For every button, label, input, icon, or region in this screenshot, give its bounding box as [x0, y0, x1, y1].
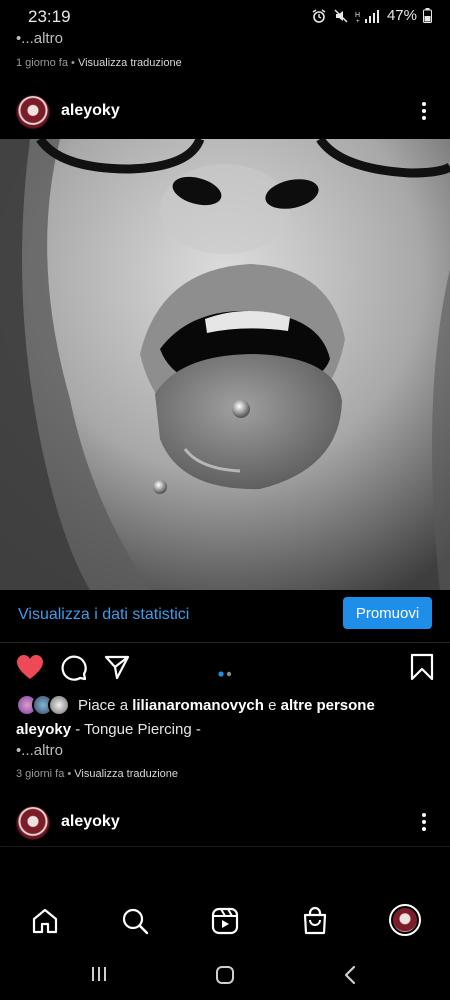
post-username[interactable]: aleyoky: [61, 102, 120, 120]
reels-icon[interactable]: [211, 907, 239, 940]
next-post-header: aleyoky: [0, 798, 450, 847]
liker-avatar: [48, 694, 70, 716]
profile-avatar: [393, 908, 417, 932]
more-options-icon[interactable]: [421, 810, 427, 834]
status-icons: H + 47%: [311, 7, 432, 24]
search-icon[interactable]: [121, 907, 149, 940]
post-time: 3 giorni fa: [16, 768, 65, 780]
post-actions: [0, 648, 450, 688]
post-photo[interactable]: [0, 139, 450, 590]
promote-button[interactable]: Promuovi: [343, 597, 432, 629]
next-post-avatar[interactable]: [16, 806, 50, 840]
likes-row[interactable]: Piace a lilianaromanovych e altre person…: [16, 694, 375, 716]
post-translate[interactable]: Visualizza traduzione: [74, 768, 178, 780]
home-button-icon[interactable]: [215, 965, 235, 990]
status-time: 23:19: [28, 7, 71, 26]
heart-icon[interactable]: [16, 654, 44, 685]
insights-row: Visualizza i dati statistici Promuovi: [0, 590, 450, 643]
comment-icon[interactable]: [60, 654, 87, 686]
post-photo-image: [0, 139, 450, 590]
post-caption: aleyoky - Tongue Piercing -: [16, 721, 201, 738]
view-insights-link[interactable]: Visualizza i dati statistici: [18, 606, 189, 624]
bottom-nav: [0, 893, 450, 949]
bookmark-icon[interactable]: [410, 653, 434, 686]
next-post-username[interactable]: aleyoky: [61, 813, 120, 831]
battery-icon: [423, 8, 432, 23]
previous-post-translate[interactable]: Visualizza traduzione: [78, 57, 182, 69]
system-nav: [0, 950, 450, 1000]
svg-text:+: +: [356, 19, 360, 23]
home-icon[interactable]: [31, 907, 59, 940]
signal-icon: H +: [355, 9, 381, 23]
caption-more[interactable]: •...altro: [16, 742, 63, 759]
alarm-icon: [311, 8, 327, 24]
mute-icon: [333, 8, 349, 24]
post-header: aleyoky: [0, 88, 450, 136]
previous-post-more[interactable]: •...altro: [16, 30, 63, 47]
back-icon[interactable]: [343, 965, 357, 990]
shop-icon[interactable]: [301, 906, 329, 941]
previous-post-time: 1 giorno fa: [16, 57, 68, 69]
post-avatar[interactable]: [16, 95, 50, 129]
likes-text: Piace a lilianaromanovych e altre person…: [78, 696, 375, 714]
svg-text:H: H: [355, 12, 360, 19]
battery-level: 47%: [386, 7, 417, 24]
likes-others[interactable]: altre persone: [281, 697, 375, 714]
liker-username[interactable]: lilianaromanovych: [132, 697, 264, 714]
caption-username[interactable]: aleyoky: [16, 721, 71, 738]
profile-avatar-tab[interactable]: [389, 904, 421, 936]
recent-apps-icon[interactable]: [90, 965, 108, 988]
caption-text: - Tongue Piercing -: [71, 721, 201, 738]
post-meta: 3 giorni fa • Visualizza traduzione: [16, 768, 179, 780]
share-icon[interactable]: [104, 654, 130, 685]
previous-post-meta: 1 giorno fa • Visualizza traduzione: [16, 57, 182, 69]
more-options-icon[interactable]: [421, 99, 427, 123]
carousel-indicator: [218, 664, 232, 682]
status-bar: 23:19 H + 47%: [0, 0, 450, 34]
